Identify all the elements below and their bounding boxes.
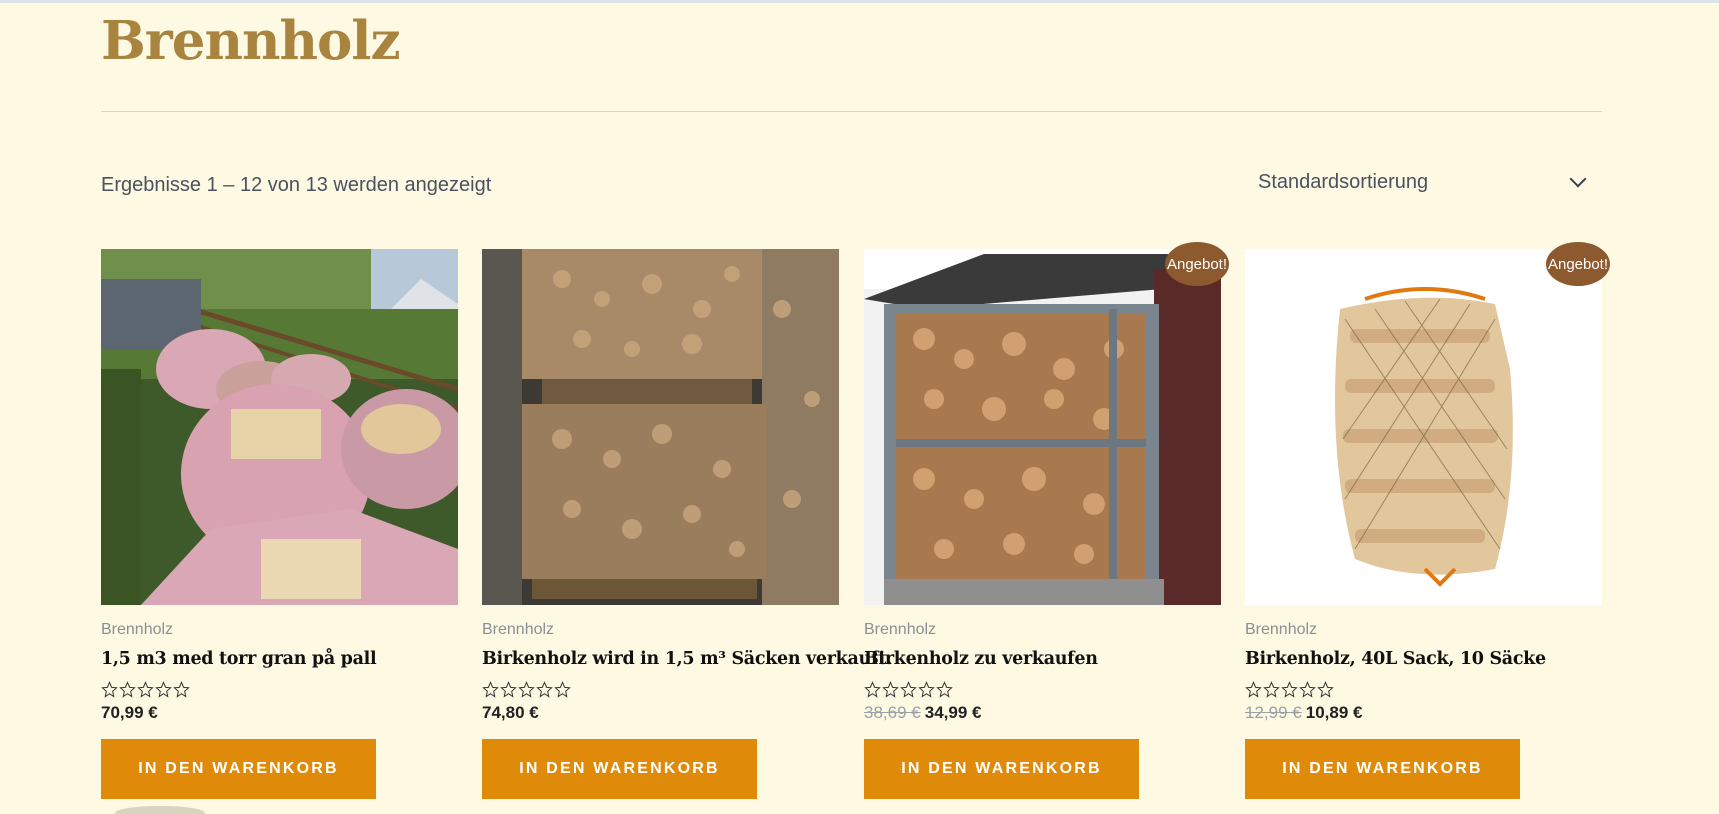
star-outline-icon: [554, 681, 571, 698]
product-card: Angebot! Brennholz Birkenholz, 40L Sack,…: [1245, 242, 1610, 799]
add-to-cart-button[interactable]: IN DEN WARENKORB: [482, 739, 757, 799]
product-title[interactable]: Birkenholz wird in 1,5 m³ Säcken verkauf…: [482, 649, 892, 669]
star-outline-icon: [1245, 681, 1262, 698]
current-price: 70,99 €: [101, 703, 158, 722]
star-outline-icon: [1317, 681, 1334, 698]
sale-badge: Angebot!: [1546, 242, 1610, 286]
star-rating: [482, 681, 839, 698]
product-image[interactable]: [864, 249, 1221, 605]
product-title[interactable]: 1,5 m3 med torr gran på pall: [101, 649, 458, 669]
sort-selected-label: Standardsortierung: [1258, 170, 1429, 193]
product-image[interactable]: [482, 249, 839, 605]
product-image[interactable]: [101, 249, 458, 605]
star-rating: [1245, 681, 1602, 698]
product-price: 70,99 €: [101, 703, 458, 723]
product-category[interactable]: Brennholz: [101, 621, 458, 639]
star-outline-icon: [482, 681, 499, 698]
top-border: [0, 0, 1719, 3]
product-title[interactable]: Birkenholz zu verkaufen: [864, 649, 1221, 669]
title-divider: [101, 111, 1602, 112]
product-card: Brennholz Birkenholz wird in 1,5 m³ Säck…: [482, 249, 892, 799]
result-count: Ergebnisse 1 – 12 von 13 werden angezeig…: [101, 174, 492, 196]
star-rating: [101, 681, 458, 698]
star-outline-icon: [137, 681, 154, 698]
product-category[interactable]: Brennholz: [864, 621, 1221, 639]
sort-select[interactable]: Standardsortierung: [1240, 162, 1602, 202]
add-to-cart-button[interactable]: IN DEN WARENKORB: [1245, 739, 1520, 799]
product-category[interactable]: Brennholz: [482, 621, 839, 639]
star-outline-icon: [101, 681, 118, 698]
sale-badge: Angebot!: [1165, 242, 1229, 286]
product-title[interactable]: Birkenholz, 40L Sack, 10 Säcke: [1245, 649, 1602, 669]
star-outline-icon: [500, 681, 517, 698]
star-outline-icon: [536, 681, 553, 698]
product-price: 38,69 €34,99 €: [864, 703, 1221, 723]
scroll-shadow: [115, 806, 205, 814]
star-rating: [864, 681, 1221, 698]
current-price: 10,89 €: [1305, 703, 1363, 722]
page-title: Brennholz: [101, 10, 401, 72]
product-price: 74,80 €: [482, 703, 839, 723]
star-outline-icon: [900, 681, 917, 698]
product-image[interactable]: [1245, 249, 1602, 605]
current-price: 34,99 €: [924, 703, 982, 722]
product-card: Brennholz 1,5 m3 med torr gran på pall 7…: [101, 249, 458, 799]
chevron-down-icon: [1569, 170, 1587, 188]
star-outline-icon: [155, 681, 172, 698]
star-outline-icon: [918, 681, 935, 698]
product-price: 12,99 €10,89 €: [1245, 703, 1602, 723]
product-category[interactable]: Brennholz: [1245, 621, 1602, 639]
current-price: 74,80 €: [482, 703, 539, 722]
star-outline-icon: [1299, 681, 1316, 698]
star-outline-icon: [1281, 681, 1298, 698]
old-price: 38,69 €: [864, 703, 921, 722]
product-card: Angebot! Brennholz Birkenholz zu verkauf…: [864, 242, 1229, 799]
star-outline-icon: [119, 681, 136, 698]
star-outline-icon: [936, 681, 953, 698]
old-price: 12,99 €: [1245, 703, 1302, 722]
star-outline-icon: [518, 681, 535, 698]
star-outline-icon: [864, 681, 881, 698]
add-to-cart-button[interactable]: IN DEN WARENKORB: [101, 739, 376, 799]
star-outline-icon: [882, 681, 899, 698]
star-outline-icon: [1263, 681, 1280, 698]
add-to-cart-button[interactable]: IN DEN WARENKORB: [864, 739, 1139, 799]
star-outline-icon: [173, 681, 190, 698]
